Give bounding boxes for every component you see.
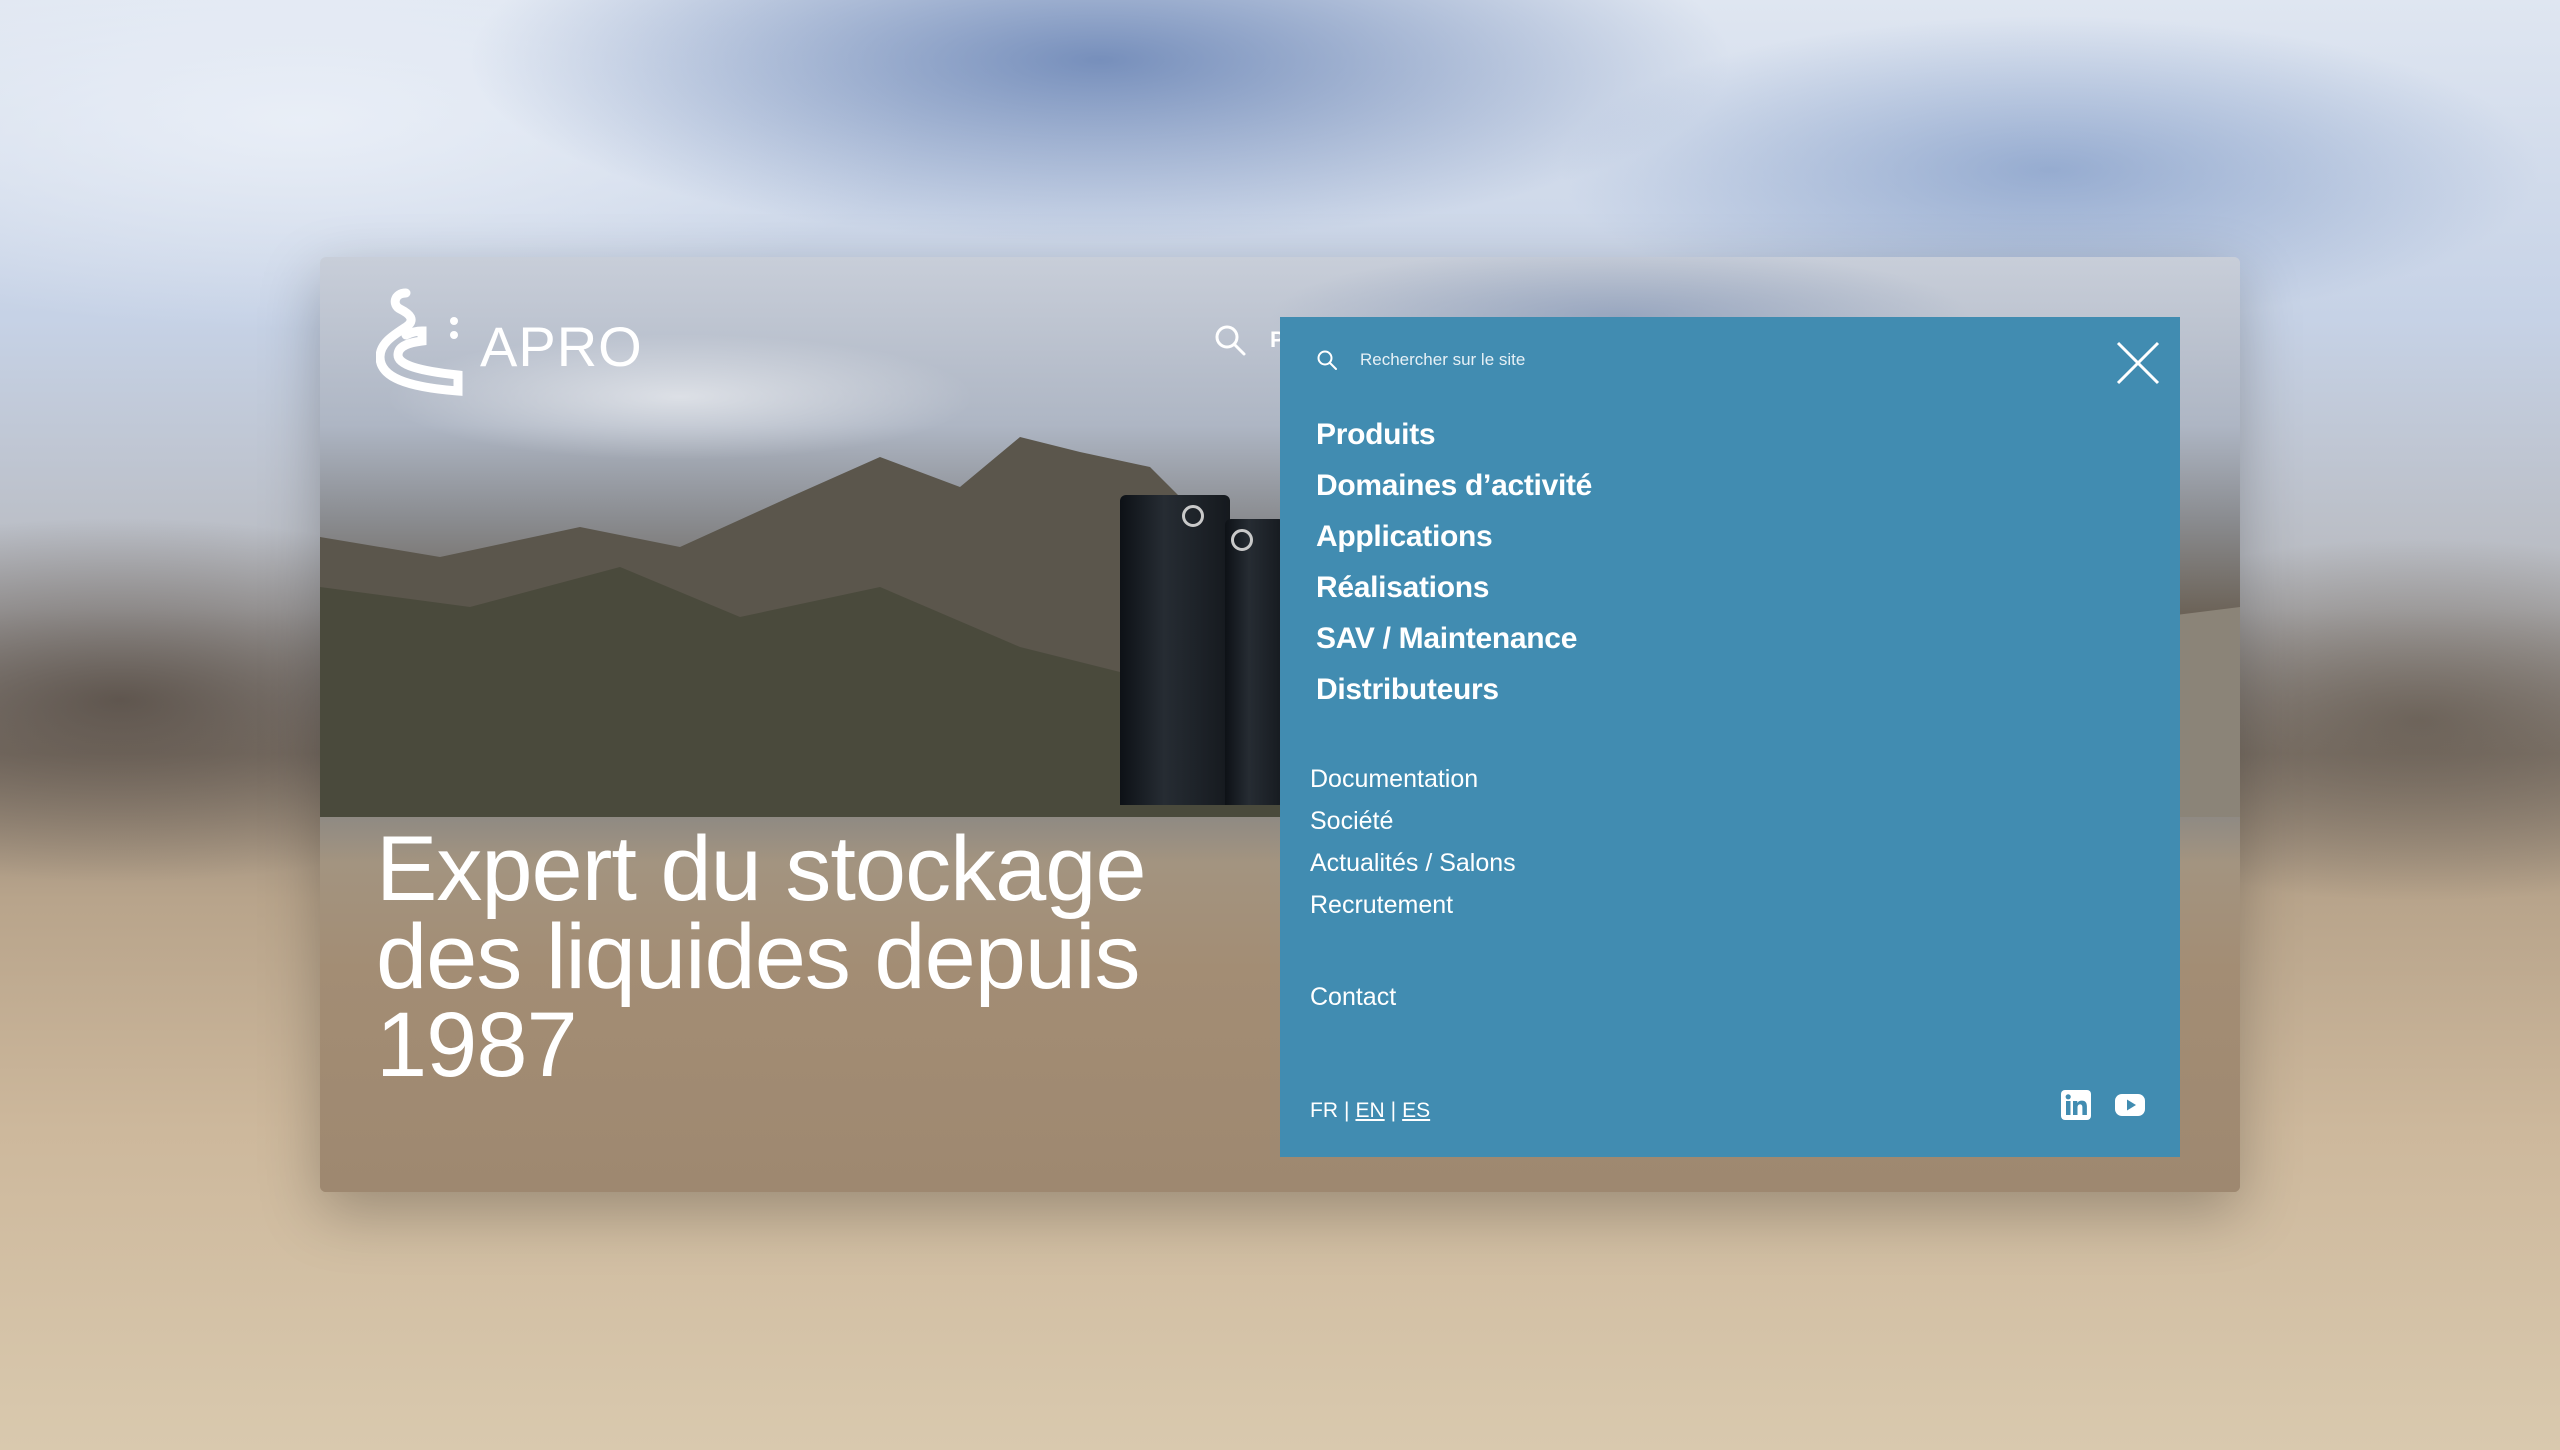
nav-item-sav-maintenance[interactable]: SAV / Maintenance: [1316, 613, 1592, 664]
social-links: [2060, 1089, 2146, 1121]
search-icon[interactable]: [1213, 323, 1247, 357]
nav-item-societe[interactable]: Société: [1310, 800, 1516, 842]
lang-separator: |: [1344, 1099, 1350, 1122]
menu-panel: Produits Domaines d’activité Application…: [1280, 317, 2180, 1157]
lang-en[interactable]: EN: [1355, 1099, 1384, 1123]
nav-item-realisations[interactable]: Réalisations: [1316, 562, 1592, 613]
youtube-icon[interactable]: [2114, 1089, 2146, 1121]
browser-window: APRO P Expert du stockage des liquides d…: [320, 257, 2240, 1192]
nav-item-domaines[interactable]: Domaines d’activité: [1316, 460, 1592, 511]
search-input[interactable]: [1360, 350, 1760, 370]
search-icon: [1317, 350, 1337, 370]
storage-tank: [1120, 495, 1230, 805]
site-search: [1316, 349, 1760, 371]
hero-image: APRO P Expert du stockage des liquides d…: [320, 257, 2240, 1192]
nav-item-actualites[interactable]: Actualités / Salons: [1310, 842, 1516, 884]
site-logo[interactable]: APRO: [376, 287, 643, 397]
nav-item-recrutement[interactable]: Recrutement: [1310, 884, 1516, 926]
nav-item-contact[interactable]: Contact: [1310, 983, 1396, 1012]
nav-item-produits[interactable]: Produits: [1316, 409, 1592, 460]
close-icon[interactable]: [2114, 339, 2162, 387]
logo-mark-icon: [376, 288, 463, 396]
lang-es[interactable]: ES: [1402, 1099, 1430, 1123]
nav-item-applications[interactable]: Applications: [1316, 511, 1592, 562]
storage-tank: [1225, 519, 1285, 805]
logo-text: APRO: [480, 314, 643, 378]
linkedin-icon[interactable]: [2060, 1089, 2092, 1121]
language-switcher: FR | EN | ES: [1310, 1099, 1430, 1123]
primary-nav: Produits Domaines d’activité Application…: [1316, 409, 1592, 715]
nav-item-distributeurs[interactable]: Distributeurs: [1316, 664, 1592, 715]
lang-fr[interactable]: FR: [1310, 1099, 1338, 1123]
hero-title: Expert du stockage des liquides depuis 1…: [376, 818, 1147, 1096]
nav-item-documentation[interactable]: Documentation: [1310, 758, 1516, 800]
secondary-nav: Documentation Société Actualités / Salon…: [1310, 758, 1516, 926]
lang-separator: |: [1390, 1099, 1397, 1122]
